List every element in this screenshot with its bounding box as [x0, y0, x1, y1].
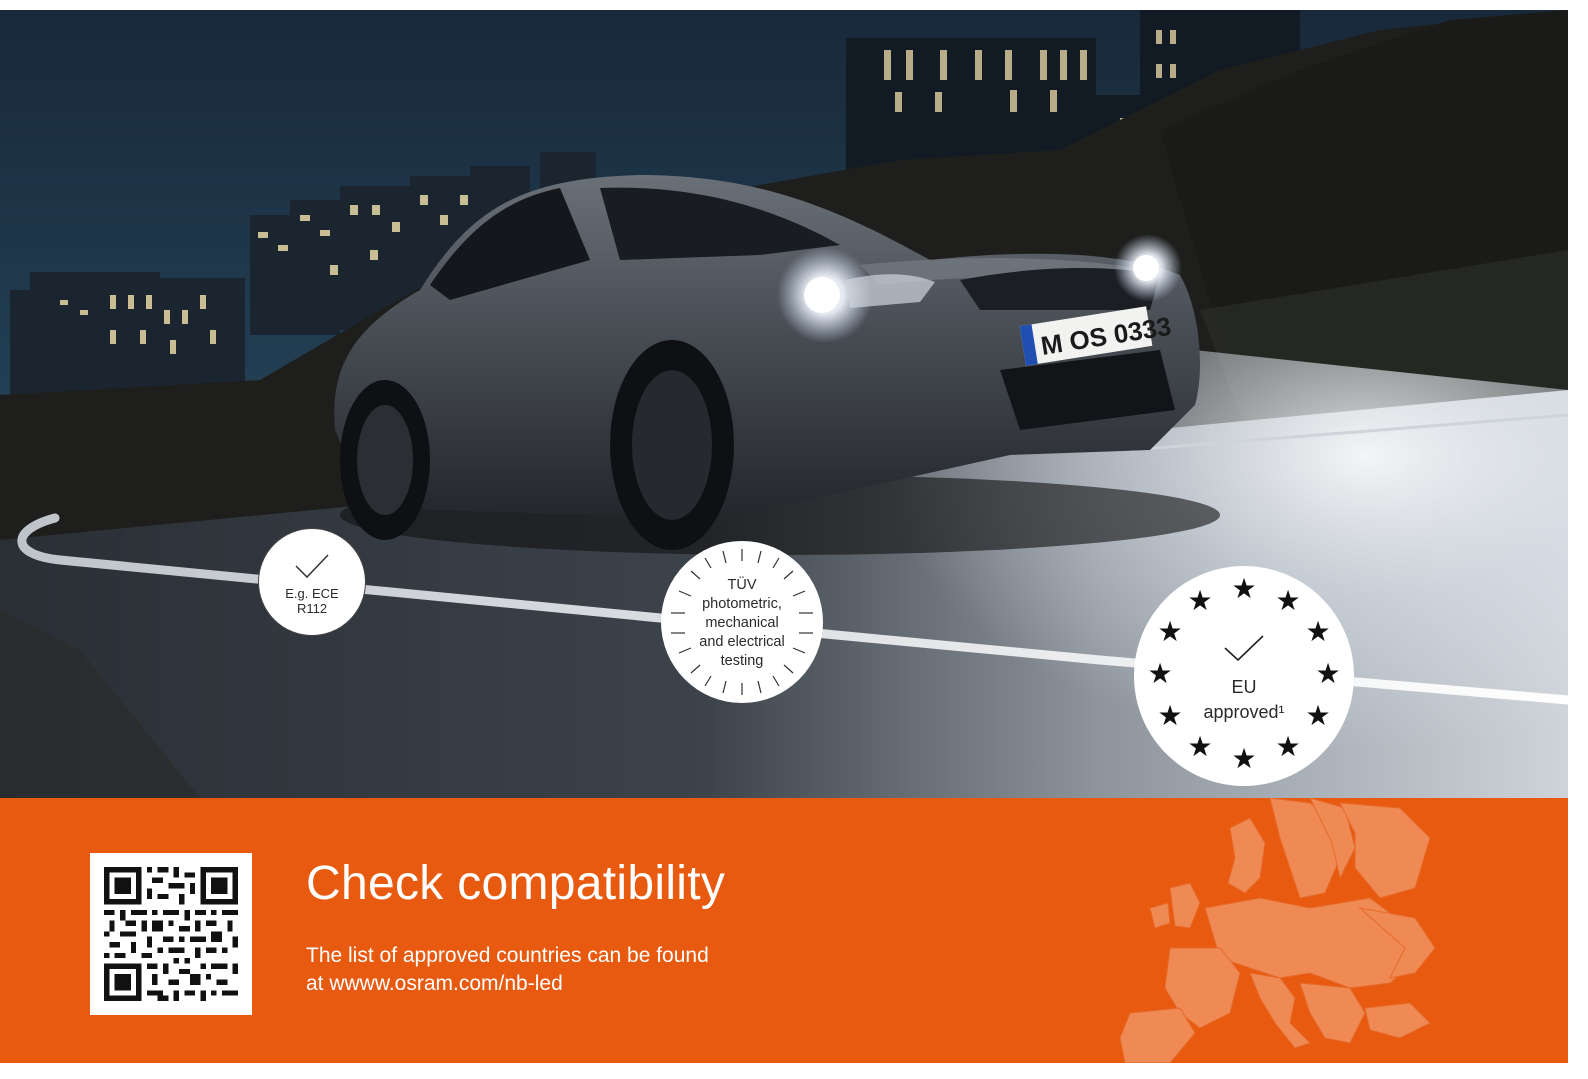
ece-badge-line2: R112: [296, 601, 328, 616]
svg-text:★: ★: [1315, 657, 1340, 690]
ece-badge: E.g. ECE R112: [258, 528, 366, 636]
svg-text:★: ★: [1305, 615, 1330, 648]
svg-text:★: ★: [1187, 584, 1212, 617]
tuv-badge-line2: photometric,: [702, 595, 782, 612]
description-line2: at wwww.osram.com/nb-led: [306, 972, 563, 995]
description: The list of approved countries can be fo…: [306, 942, 826, 998]
svg-text:★: ★: [1157, 615, 1182, 648]
eu-badge-line2: approved¹: [1203, 702, 1285, 722]
checkmark-icon: [1224, 635, 1264, 662]
svg-text:★: ★: [1157, 699, 1182, 732]
tuv-badge-line1: TÜV: [727, 576, 757, 593]
tuv-badge-line4: and electrical: [699, 633, 785, 650]
svg-text:★: ★: [1305, 699, 1330, 732]
tuv-badge: TÜV photometric, mechanical and electric…: [661, 541, 823, 703]
tuv-badge-line5: testing: [720, 652, 764, 669]
checkmark-icon: [295, 554, 329, 579]
tuv-badge-line3: mechanical: [705, 614, 779, 631]
eu-badge-line1: EU: [1231, 677, 1257, 697]
qr-code[interactable]: [90, 853, 252, 1015]
qr-code-icon: [104, 867, 238, 1001]
svg-text:★: ★: [1147, 657, 1172, 690]
info-panel: Check compatibility The list of approved…: [0, 798, 1568, 1063]
ece-badge-line1: E.g. ECE: [285, 586, 339, 601]
svg-text:★: ★: [1231, 572, 1256, 605]
poster: M OS 0333 E.g. ECE R112 TÜV photometric,…: [0, 10, 1568, 1063]
description-line1: The list of approved countries can be fo…: [306, 944, 709, 967]
svg-text:★: ★: [1275, 730, 1300, 763]
hero-photo: M OS 0333 E.g. ECE R112 TÜV photometric,…: [0, 10, 1568, 798]
svg-text:★: ★: [1275, 584, 1300, 617]
headline: Check compatibility: [306, 857, 726, 910]
eu-badge: ★ ★ ★ ★ ★ ★ ★ ★ ★ ★ ★ ★ EU approved¹: [1134, 566, 1354, 786]
svg-text:★: ★: [1231, 742, 1256, 775]
europe-map-icon: [1119, 798, 1436, 1063]
svg-text:★: ★: [1187, 730, 1212, 763]
